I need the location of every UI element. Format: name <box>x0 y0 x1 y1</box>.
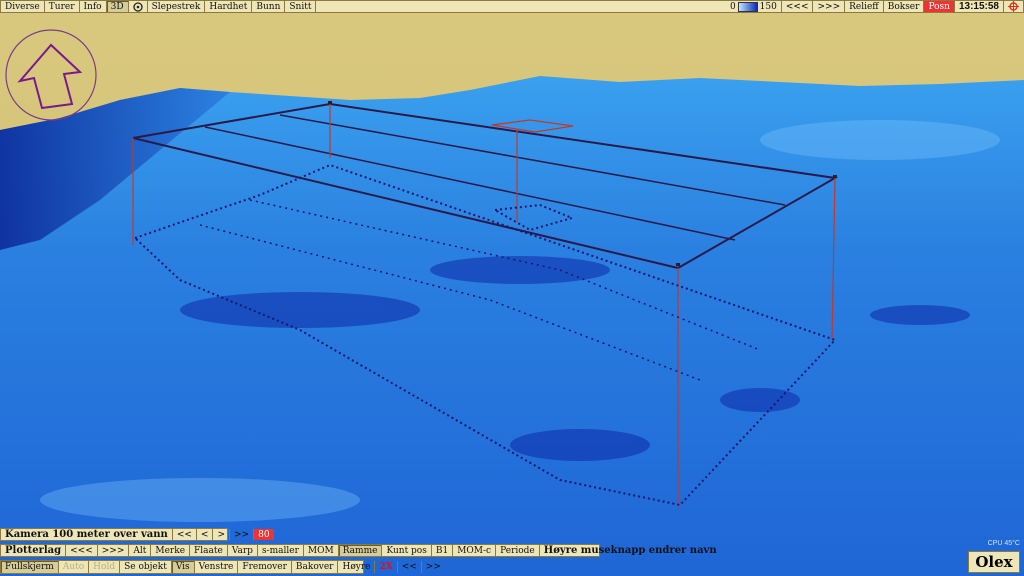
menu-3d[interactable]: 3D <box>106 1 129 12</box>
camera-label: Kamera 100 meter over vann <box>1 529 173 540</box>
depth-scale-max: 150 <box>759 1 777 12</box>
right-button[interactable]: Høyre <box>338 561 376 573</box>
menu-bunn[interactable]: Bunn <box>252 1 286 12</box>
menu-slepestrek[interactable]: Slepestrek <box>148 1 206 12</box>
depth-scale-min: 0 <box>729 1 736 12</box>
forward-button[interactable]: Fremover <box>238 561 292 573</box>
show-button[interactable]: Vis <box>171 561 195 573</box>
backward-button[interactable]: Bakover <box>292 561 339 573</box>
flag-icon <box>328 101 332 104</box>
plotter-mom-button[interactable]: MOM <box>304 545 339 556</box>
hold-button[interactable]: Hold <box>89 561 121 573</box>
menu-info[interactable]: Info <box>80 1 107 12</box>
gps-icon-glyph <box>1008 1 1019 12</box>
plotter-label: Plotterlag <box>1 545 67 556</box>
camera-fast-forward-button[interactable]: >> <box>230 529 255 540</box>
left-button[interactable]: Venstre <box>195 561 239 573</box>
plotter-varp-button[interactable]: Varp <box>228 545 258 556</box>
plotter-momc-button[interactable]: MOM-c <box>453 545 497 556</box>
plotter-alt-button[interactable]: Alt <box>129 545 152 556</box>
plotter-flaate-button[interactable]: Flaate <box>190 545 228 556</box>
see-object-button[interactable]: Se objekt <box>120 561 172 573</box>
plotter-periode-button[interactable]: Periode <box>496 545 540 556</box>
camera-bar: Kamera 100 meter over vann << < > >> 80 <box>0 528 274 541</box>
plotter-prev-button[interactable]: <<< <box>66 545 98 556</box>
menu-posn[interactable]: Posn <box>924 1 955 12</box>
gps-icon[interactable] <box>1004 1 1023 12</box>
cpu-temperature: CPU 45°C <box>987 540 1020 547</box>
speed-down-button[interactable]: << <box>398 561 422 573</box>
plotter-layer-bar: Plotterlag <<< >>> Alt Merke Flaate Varp… <box>0 544 717 557</box>
camera-value[interactable]: 80 <box>254 529 274 540</box>
seafloor-3d-view[interactable] <box>0 0 1024 576</box>
plotter-merke-button[interactable]: Merke <box>151 545 191 556</box>
top-menu-bar: Diverse Turer Info 3D Slepestrek Hardhet… <box>0 0 1024 13</box>
camera-fast-back-button[interactable]: << <box>173 529 197 540</box>
plotter-b1-button[interactable]: B1 <box>432 545 454 556</box>
target-icon[interactable] <box>129 1 148 12</box>
clock: 13:15:58 <box>955 1 1004 12</box>
plotter-ramme-button[interactable]: Ramme <box>338 545 383 556</box>
navigation-bar: Fullskjerm Auto Hold Se objekt Vis Venst… <box>0 560 441 574</box>
depth-scale[interactable]: 0 150 <box>726 1 782 12</box>
plotter-hint: Høyre museknapp endrer navn <box>543 545 717 556</box>
flag-icon <box>833 175 837 178</box>
olex-logo: Olex <box>968 551 1020 573</box>
plotter-next-button[interactable]: >>> <box>98 545 130 556</box>
auto-button[interactable]: Auto <box>59 561 90 573</box>
fullscreen-button[interactable]: Fullskjerm <box>1 561 59 573</box>
menu-turer[interactable]: Turer <box>45 1 80 12</box>
menu-bokser[interactable]: Bokser <box>884 1 925 12</box>
menu-hardhet[interactable]: Hardhet <box>205 1 253 12</box>
depth-scale-gradient <box>737 1 758 12</box>
camera-back-button[interactable]: < <box>197 529 214 540</box>
menu-diverse[interactable]: Diverse <box>1 1 45 12</box>
menu-relieff[interactable]: Relieff <box>845 1 884 12</box>
speed-value[interactable]: 2X <box>375 561 398 573</box>
camera-forward-button[interactable]: > <box>213 529 230 540</box>
flag-icon <box>676 263 680 266</box>
target-icon-glyph <box>132 1 143 12</box>
plotter-smaller-button[interactable]: s-maller <box>258 545 304 556</box>
plotter-kuntpos-button[interactable]: Kunt pos <box>382 545 432 556</box>
menu-prev-button[interactable]: <<< <box>782 1 814 12</box>
menu-snitt[interactable]: Snitt <box>285 1 317 12</box>
speed-up-button[interactable]: >> <box>422 561 445 573</box>
menu-next-button[interactable]: >>> <box>813 1 846 12</box>
